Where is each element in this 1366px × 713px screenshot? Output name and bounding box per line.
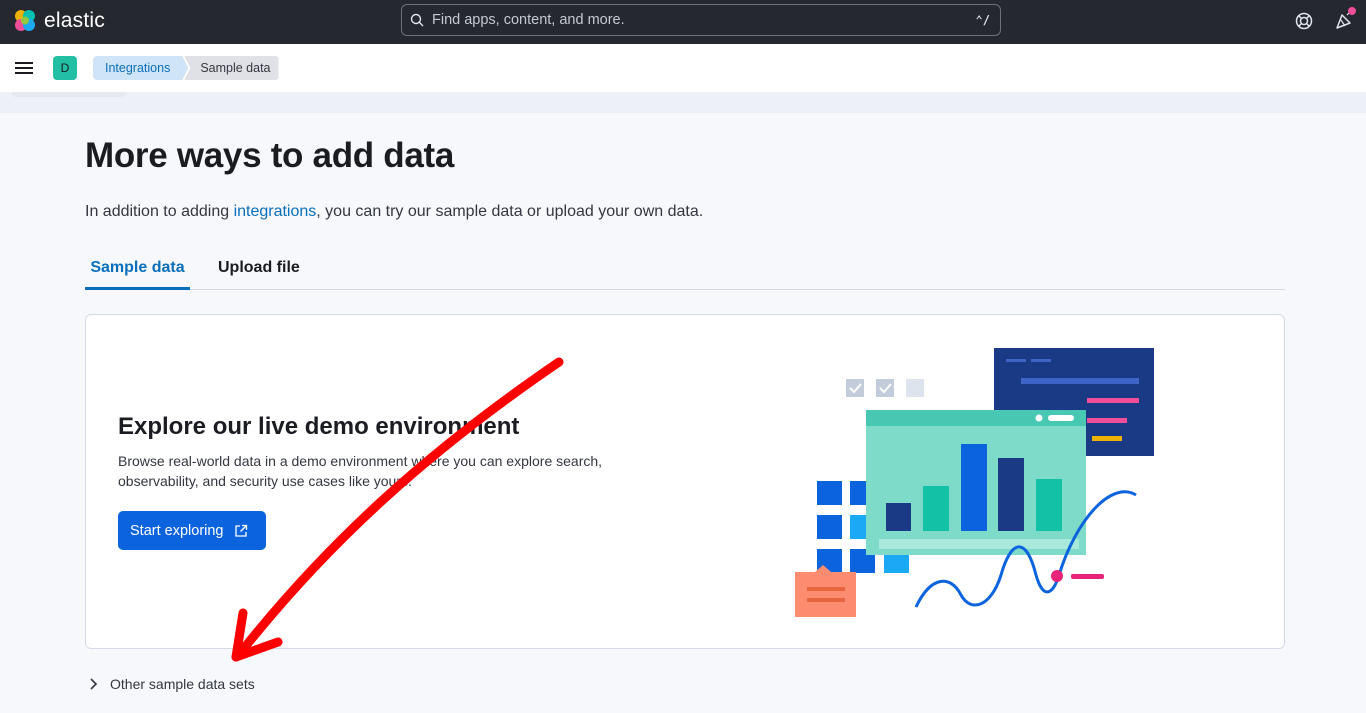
breadcrumb-sample-data: Sample data xyxy=(184,56,279,80)
breadcrumb: Integrations Sample data xyxy=(93,56,279,80)
external-link-icon xyxy=(234,524,247,537)
global-search[interactable]: ⌃/ xyxy=(401,4,1001,36)
header-shadow-band xyxy=(0,92,1366,113)
help-button[interactable] xyxy=(1293,10,1315,32)
search-shortcut: ⌃/ xyxy=(975,13,990,27)
demo-title: Explore our live demo environment xyxy=(118,413,520,440)
search-input[interactable] xyxy=(432,12,952,28)
top-header: elastic ⌃/ xyxy=(0,0,1366,44)
page-title: More ways to add data xyxy=(85,136,455,175)
page-intro: In addition to adding integrations, you … xyxy=(85,203,703,221)
elastic-logo-icon xyxy=(15,10,35,31)
search-icon xyxy=(410,13,424,27)
brand-name: elastic xyxy=(44,9,105,32)
demo-panel: Explore our live demo environment Browse… xyxy=(85,314,1285,649)
space-avatar[interactable]: D xyxy=(53,56,77,80)
help-lifebuoy-icon xyxy=(1295,12,1313,30)
demo-description: Browse real-world data in a demo environ… xyxy=(118,453,603,489)
other-sample-data-toggle[interactable]: Other sample data sets xyxy=(88,676,255,692)
integrations-link[interactable]: integrations xyxy=(234,203,317,220)
news-button[interactable] xyxy=(1333,7,1356,32)
start-exploring-label: Start exploring xyxy=(130,522,224,539)
elastic-logo[interactable]: elastic xyxy=(12,8,105,34)
start-exploring-button[interactable]: Start exploring xyxy=(118,511,266,550)
chevron-right-icon xyxy=(90,678,98,690)
tab-upload-file[interactable]: Upload file xyxy=(218,255,300,290)
hamburger-menu-icon[interactable] xyxy=(15,59,35,77)
breadcrumb-integrations[interactable]: Integrations xyxy=(93,56,188,80)
intro-text-after: , you can try our sample data or upload … xyxy=(316,203,704,220)
tab-sample-data[interactable]: Sample data xyxy=(85,255,190,290)
tab-list: Sample data Upload file xyxy=(85,255,1285,290)
notification-dot xyxy=(1348,7,1356,15)
other-sample-data-label: Other sample data sets xyxy=(110,676,255,692)
intro-text-before: In addition to adding xyxy=(85,203,234,220)
header-tab-stub xyxy=(12,92,125,97)
breadcrumb-bar: D Integrations Sample data xyxy=(0,44,1366,92)
demo-illustration xyxy=(795,348,1154,617)
